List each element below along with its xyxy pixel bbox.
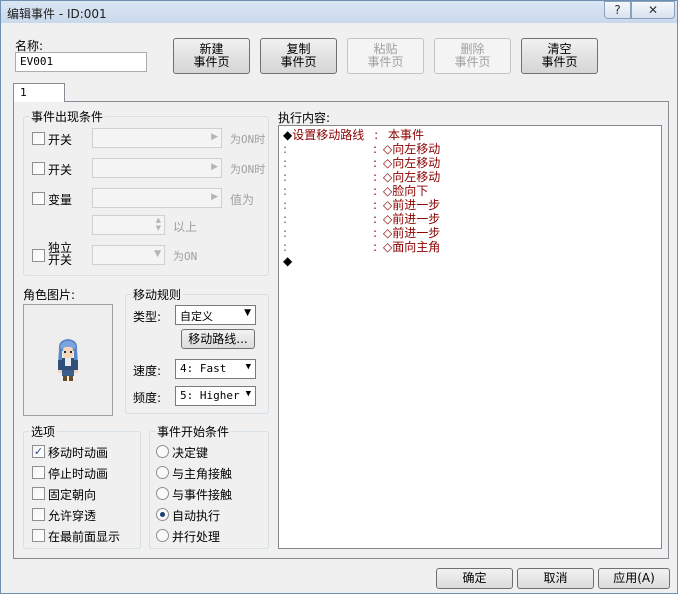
switch1-suffix: 为ON时	[230, 133, 266, 146]
character-sprite-icon	[58, 339, 78, 381]
move-route-button[interactable]: 移动路线...	[181, 329, 255, 349]
option-label: 在最前面显示	[48, 530, 121, 544]
list-item[interactable]: :: ◇脸向下	[283, 184, 428, 198]
list-item[interactable]: :: ◇向左移动	[283, 142, 440, 156]
self-switch-suffix: 为ON	[173, 250, 198, 263]
apply-button[interactable]: 应用(A)	[598, 568, 670, 589]
trigger-radio[interactable]	[156, 445, 169, 458]
list-item[interactable]: :: ◇前进一步	[283, 212, 440, 226]
trigger-radio[interactable]	[156, 529, 169, 542]
option-checkbox[interactable]	[32, 529, 45, 542]
trigger-label: 与事件接触	[172, 488, 233, 502]
movement-title: 移动规则	[131, 286, 184, 303]
tab-page-1[interactable]: 1	[13, 83, 65, 102]
trigger-label: 决定键	[172, 446, 209, 460]
trigger-title: 事件开始条件	[155, 423, 232, 440]
list-item[interactable]: :: ◇向左移动	[283, 156, 440, 170]
self-switch-checkbox[interactable]	[32, 249, 45, 262]
switch2-select[interactable]: ▶	[92, 158, 222, 178]
close-button[interactable]: ✕	[631, 1, 675, 19]
name-input[interactable]: EV001	[15, 52, 147, 72]
title-bar: 编辑事件 - ID:001	[1, 1, 677, 23]
list-item[interactable]: :: ◇向左移动	[283, 170, 440, 184]
trigger-radio[interactable]	[156, 466, 169, 479]
trigger-label: 并行处理	[172, 530, 221, 544]
contents-list[interactable]: ◆设置移动路线 : 本事件 :: ◇向左移动:: ◇向左移动:: ◇向左移动:: ◇脸向…	[278, 125, 662, 549]
trigger-radio[interactable]	[156, 487, 169, 500]
options-title: 选项	[29, 423, 58, 440]
option-label: 允许穿透	[48, 509, 97, 523]
move-frequency-label: 频度:	[133, 391, 162, 405]
list-item[interactable]: :: ◇前进一步	[283, 198, 440, 212]
window-title: 编辑事件 - ID:001	[7, 7, 107, 21]
variable-select[interactable]: ▶	[92, 188, 222, 208]
conditions-title: 事件出现条件	[29, 108, 106, 125]
cancel-button[interactable]: 取消	[517, 568, 594, 589]
switch1-checkbox[interactable]	[32, 132, 45, 145]
paste-page-button[interactable]: 粘贴 事件页	[347, 38, 424, 74]
option-label: 移动时动画	[48, 446, 109, 460]
variable-label: 变量	[48, 193, 73, 207]
self-switch-select[interactable]: ▼	[92, 245, 165, 265]
copy-page-button[interactable]: 复制 事件页	[260, 38, 337, 74]
option-label: 固定朝向	[48, 488, 97, 502]
switch2-checkbox[interactable]	[32, 162, 45, 175]
move-speed-select[interactable]: 4: Fast ▼	[175, 359, 256, 379]
variable-suffix: 值为	[230, 193, 255, 207]
switch1-label: 开关	[48, 133, 73, 147]
new-page-button[interactable]: 新建 事件页	[173, 38, 250, 74]
option-checkbox[interactable]	[32, 466, 45, 479]
delete-page-button[interactable]: 删除 事件页	[434, 38, 511, 74]
list-item[interactable]: ◆设置移动路线 : 本事件	[283, 128, 424, 142]
option-label: 停止时动画	[48, 467, 109, 481]
move-frequency-select[interactable]: 5: Higher ▼	[175, 386, 256, 406]
trigger-label: 自动执行	[172, 509, 221, 523]
list-item[interactable]: :: ◇前进一步	[283, 226, 440, 240]
option-checkbox[interactable]: ✓	[32, 445, 45, 458]
event-editor-window: 编辑事件 - ID:001 ? ✕ 名称: EV001 新建 事件页 复制 事件页 …	[0, 0, 678, 594]
contents-title: 执行内容:	[278, 111, 331, 125]
move-type-select[interactable]: 自定义 ▼	[175, 305, 256, 325]
option-checkbox[interactable]	[32, 508, 45, 521]
move-type-label: 类型:	[133, 310, 162, 324]
list-item[interactable]: :: ◇面向主角	[283, 240, 440, 254]
self-switch-label: 独立 开关	[48, 241, 73, 267]
option-checkbox[interactable]	[32, 487, 45, 500]
character-graphic-box[interactable]	[23, 304, 113, 416]
variable-value-spinner[interactable]: ▲ ▼	[92, 215, 165, 235]
switch2-suffix: 为ON时	[230, 163, 266, 176]
ok-button[interactable]: 确定	[436, 568, 513, 589]
trigger-label: 与主角接触	[172, 467, 233, 481]
list-item-end[interactable]: ◆	[283, 254, 292, 268]
switch2-label: 开关	[48, 163, 73, 177]
clear-page-button[interactable]: 清空 事件页	[521, 38, 598, 74]
move-speed-label: 速度:	[133, 364, 162, 378]
above-label: 以上	[173, 220, 198, 234]
graphic-title: 角色图片:	[23, 288, 76, 302]
variable-checkbox[interactable]	[32, 192, 45, 205]
trigger-radio[interactable]	[156, 508, 169, 521]
help-button[interactable]: ?	[604, 1, 631, 19]
switch1-select[interactable]: ▶	[92, 128, 222, 148]
